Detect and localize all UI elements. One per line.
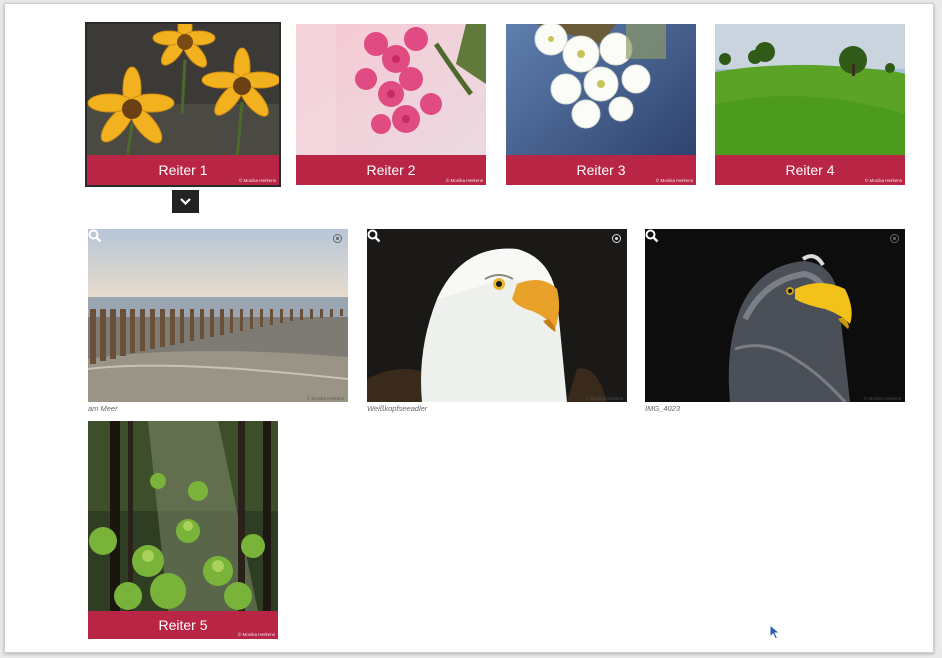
tab-label: Reiter 5 <box>158 617 208 633</box>
copyright-text: © Monika Herkens <box>237 632 275 637</box>
gallery-image-img-4023[interactable]: © Monika Herkens <box>645 229 905 402</box>
forest-image <box>88 421 278 639</box>
bald-eagle-image <box>367 229 627 402</box>
magnifier-icon[interactable] <box>367 229 381 243</box>
info-icon[interactable] <box>612 234 621 243</box>
copyright-text: © Monika Herkens <box>306 396 344 401</box>
expand-toggle-button[interactable] <box>172 190 199 213</box>
copyright-text: © Monika Herkens <box>238 178 276 183</box>
sea-eagle-image <box>645 229 905 402</box>
tab-label: Reiter 3 <box>576 162 626 178</box>
tab-label: Reiter 4 <box>785 162 835 178</box>
copyright-text: © Monika Herkens <box>864 178 902 183</box>
tab-reiter-5[interactable]: Reiter 5 © Monika Herkens <box>88 421 278 639</box>
mouse-pointer-icon <box>769 624 781 640</box>
tab-reiter-1[interactable]: Reiter 1 © Monika Herkens <box>85 22 281 187</box>
sea-groynes-image <box>88 229 348 402</box>
image-caption: IMG_4023 <box>645 404 681 413</box>
copyright-text: © Monika Herkens <box>863 396 901 401</box>
tab-reiter-3[interactable]: Reiter 3 © Monika Herkens <box>506 24 696 185</box>
info-icon[interactable] <box>890 234 899 243</box>
image-caption: Weißkopfseeadler <box>367 404 428 413</box>
gallery-image-am-meer[interactable]: © Monika Herkens <box>88 229 348 402</box>
tab-reiter-4[interactable]: Reiter 4 © Monika Herkens <box>715 24 905 185</box>
tab-reiter-2[interactable]: Reiter 2 © Monika Herkens <box>296 24 486 185</box>
copyright-text: © Monika Herkens <box>445 178 483 183</box>
copyright-text: © Monika Herkens <box>585 396 623 401</box>
magnifier-icon[interactable] <box>88 229 102 243</box>
tab-label: Reiter 1 <box>158 162 208 178</box>
gallery-image-weisskopfseeadler[interactable]: © Monika Herkens <box>367 229 627 402</box>
gallery-page: Reiter 1 © Monika Herkens Reiter 2 © Mon… <box>4 3 934 653</box>
magnifier-icon[interactable] <box>645 229 659 243</box>
info-icon[interactable] <box>333 234 342 243</box>
tab-label: Reiter 2 <box>366 162 416 178</box>
copyright-text: © Monika Herkens <box>655 178 693 183</box>
chevron-down-icon <box>180 198 191 205</box>
image-caption: am Meer <box>88 404 118 413</box>
